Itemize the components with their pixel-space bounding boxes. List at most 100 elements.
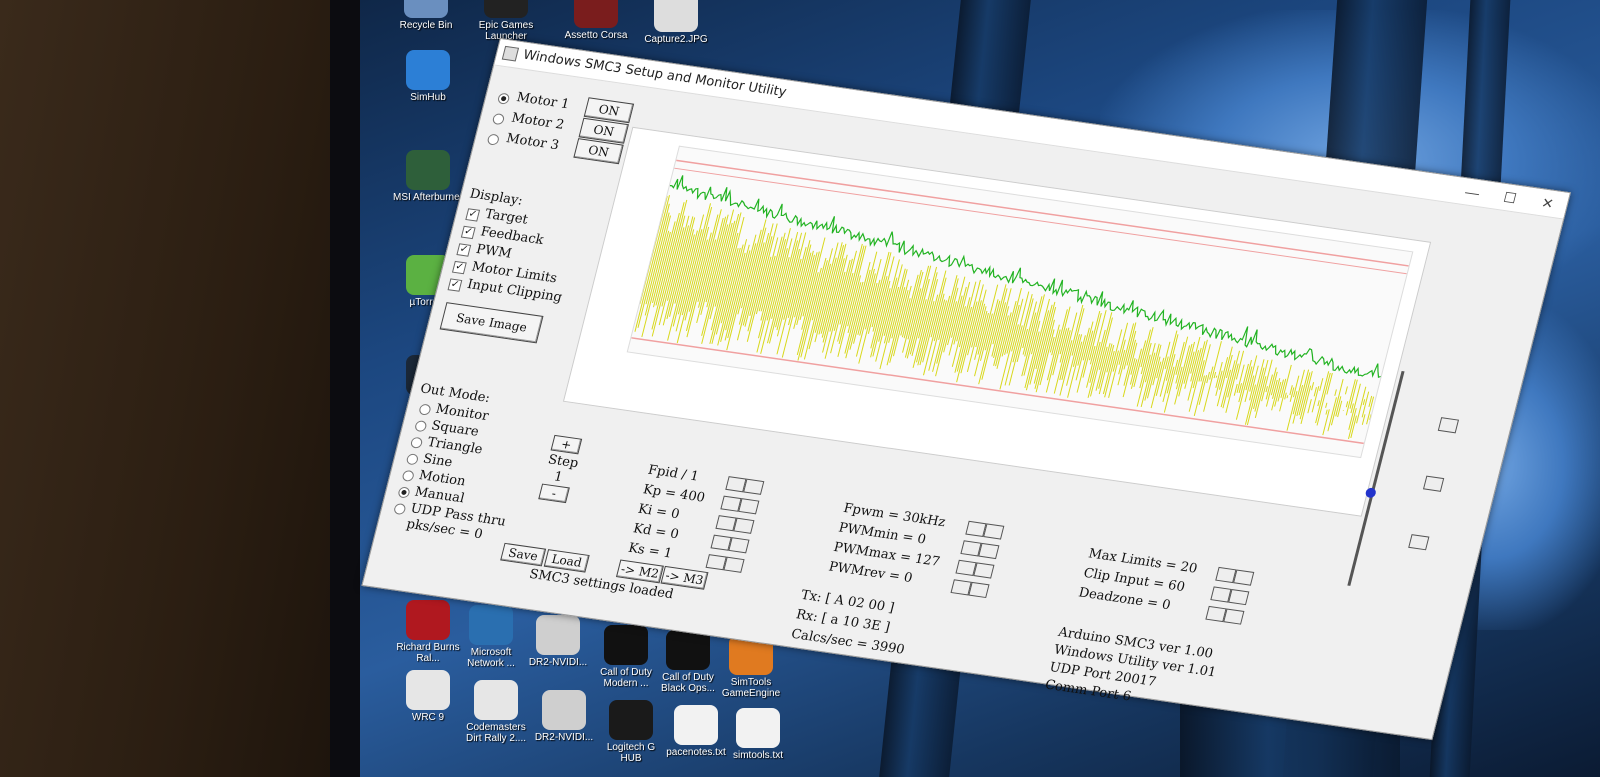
ki-label: Ki = 0 [636, 501, 682, 523]
close-icon[interactable]: ✕ [1526, 188, 1570, 219]
desktop-icon-16[interactable]: Microsoft Network ... [455, 605, 527, 669]
maximize-icon[interactable]: ☐ [1488, 182, 1532, 213]
pwm-min-up-button[interactable] [978, 542, 1000, 560]
recycle-bin-icon [404, 0, 448, 18]
motor-1-label: Motor 1 [514, 90, 571, 113]
pwm-max-up-button[interactable] [973, 562, 995, 579]
pwm-spike [814, 257, 837, 343]
msi-afterburner-icon [406, 150, 450, 190]
pwm-spike [715, 248, 739, 335]
pwm-spike [1317, 400, 1320, 407]
desktop-icon-19[interactable]: Call of Duty Black Ops... [652, 630, 724, 694]
kp-label: Kp = 400 [641, 482, 707, 506]
motor-2-radio[interactable] [491, 112, 506, 126]
pwm-spike [666, 215, 690, 301]
pwm-spike [1206, 371, 1211, 384]
out-mode-sine-radio[interactable] [405, 453, 420, 466]
kd-up-button[interactable] [728, 537, 750, 554]
pwm-spike [1117, 323, 1135, 386]
desktop-icon-4[interactable]: SimHub [392, 50, 464, 103]
desktop-icon-24[interactable]: Logitech G HUB [595, 700, 667, 764]
pwm-spike [886, 279, 910, 366]
desktop-icon-1[interactable]: Epic Games Launcher [470, 0, 542, 42]
out-mode-square-radio[interactable] [413, 420, 428, 433]
desktop-icon-label: simtools.txt [732, 750, 783, 761]
target-checkbox[interactable]: ✓ [465, 208, 481, 222]
max-limits-up-button[interactable] [1233, 569, 1255, 586]
pwm-spike [1053, 330, 1071, 394]
out-mode-manual-radio[interactable] [397, 486, 411, 499]
slider-button-low[interactable] [1408, 534, 1430, 551]
pwm-spike [901, 274, 919, 338]
pwm-spike [1049, 337, 1055, 353]
deadzone-up-button[interactable] [1223, 608, 1245, 625]
pwm-spike [909, 278, 930, 355]
desktop-icon-5[interactable]: MSI Afterburner [392, 150, 464, 203]
pwm-spike [1286, 391, 1298, 431]
pwm-spike [1061, 340, 1073, 380]
pwm-spike [1215, 375, 1218, 378]
slider-button-top[interactable] [1437, 417, 1460, 434]
text-file-icon [736, 708, 780, 748]
kp-up-button[interactable] [738, 498, 760, 515]
feedback-checkbox[interactable]: ✓ [460, 225, 476, 240]
slider-button-mid[interactable] [1422, 475, 1445, 492]
pwm-spike [1190, 350, 1200, 382]
pwm-spike [1198, 375, 1208, 405]
network-icon [469, 605, 513, 645]
position-slider-thumb[interactable] [1364, 487, 1377, 499]
pwm-spike [1300, 385, 1312, 425]
step-minus-button[interactable]: - [538, 483, 570, 504]
desktop-icon-label: Codemasters Dirt Rally 2.... [465, 722, 526, 744]
out-mode-monitor-radio[interactable] [418, 403, 432, 416]
fpwm-up-button[interactable] [983, 523, 1005, 540]
pwm-spike [1174, 345, 1191, 405]
desktop-icon-label: Assetto Corsa [564, 30, 628, 41]
desktop-icon-label: Call of Duty Black Ops... [661, 672, 715, 694]
out-mode-motion-radio[interactable] [401, 469, 415, 483]
input-clipping-checkbox[interactable]: ✓ [447, 278, 463, 292]
step-plus-button[interactable]: + [550, 434, 583, 455]
pwm-spike [1178, 343, 1193, 397]
desktop-icon-label: WRC 9 [411, 712, 445, 723]
clip-input-up-button[interactable] [1228, 588, 1250, 606]
pwm-spike [669, 217, 696, 317]
motor-3-radio[interactable] [486, 133, 501, 146]
ks-up-button[interactable] [723, 556, 745, 573]
pwm-rev-up-button[interactable] [968, 581, 990, 599]
pwm-checkbox[interactable]: ✓ [456, 243, 472, 257]
kd-label: Kd = 0 [631, 521, 681, 543]
pwm-spike [1075, 327, 1090, 381]
out-mode-sine-label: Sine [421, 451, 454, 471]
pwm-spike [870, 280, 891, 358]
pwm-spike [1193, 375, 1206, 417]
pwm-spike [1325, 409, 1328, 415]
save-image-button[interactable]: Save Image [439, 302, 544, 344]
ks-label: Ks = 1 [626, 540, 674, 562]
desktop-icon-label: Microsoft Network ... [467, 647, 515, 669]
out-mode-triangle-radio[interactable] [409, 436, 424, 449]
ki-up-button[interactable] [733, 517, 755, 534]
pwm-spike [1089, 312, 1113, 397]
desktop-icon-15[interactable]: Richard Burns Ral... [392, 600, 464, 664]
pwm-spike [1130, 358, 1136, 375]
motor-limits-checkbox[interactable]: ✓ [451, 260, 467, 275]
desktop-icon-26[interactable]: simtools.txt [722, 708, 794, 761]
desktop-icon-17[interactable]: DR2-NVIDI... [522, 615, 594, 668]
pwm-spike [1249, 375, 1255, 392]
desktop-icon-23[interactable]: DR2-NVIDI... [528, 690, 600, 743]
fpid-up-button[interactable] [743, 478, 765, 495]
desktop-icon-21[interactable]: WRC 9 [392, 670, 464, 723]
desktop-icon-3[interactable]: Capture2.JPG [640, 0, 712, 45]
motor-1-radio[interactable] [496, 92, 511, 105]
pwm-spike [991, 302, 1007, 357]
desktop-icon-22[interactable]: Codemasters Dirt Rally 2.... [460, 680, 532, 744]
desktop-icon-2[interactable]: Assetto Corsa [560, 0, 632, 41]
pwm-spike [1307, 399, 1312, 414]
out-mode-heading: Out Mode: [418, 381, 492, 407]
pwm-spike [1286, 395, 1289, 399]
minimize-icon[interactable]: — [1450, 177, 1494, 208]
out-mode-udp-pass-thru-radio[interactable] [392, 502, 407, 516]
save-button[interactable]: Save [500, 542, 547, 567]
desktop-icon-0[interactable]: Recycle Bin [390, 0, 462, 31]
